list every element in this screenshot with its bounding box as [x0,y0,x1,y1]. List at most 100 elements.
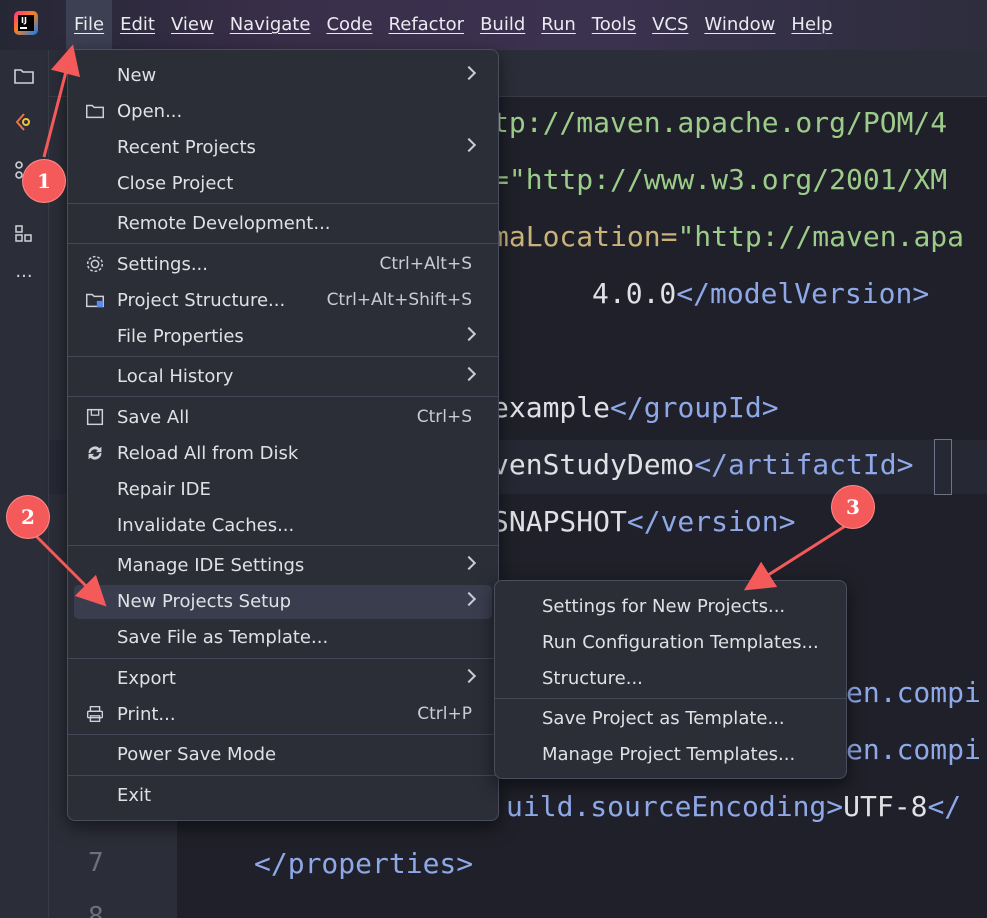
code-line: tp://maven.apache.org/POM/4 [492,106,947,139]
menu-item-label: Invalidate Caches... [117,515,295,536]
file-menu-item-remote-development[interactable]: Remote Development... [74,207,492,241]
code-token: </ [610,391,644,424]
file-menu-item-recent-projects[interactable]: Recent Projects [74,131,492,165]
folder-icon [86,104,104,119]
file-menu-item-save-all[interactable]: Save All Ctrl+S [74,401,492,435]
more-tools-icon[interactable]: ··· [12,268,36,292]
code-line: en.compi [846,676,981,709]
menu-item-label: Structure... [542,668,643,689]
menu-item-shortcut: Ctrl+Alt+S [379,254,472,274]
menu-item-label: Exit [117,785,152,806]
code-line: maLocation="http://maven.apa [492,220,964,253]
file-menu-item-repair-ide[interactable]: Repair IDE [74,473,492,507]
code-token: venStudyDemo [492,448,695,481]
menu-help[interactable]: Help [783,0,840,50]
menu-navigate[interactable]: Navigate [222,0,319,50]
code-token: </ [927,790,962,823]
menu-separator [68,545,498,546]
git-commit-icon[interactable] [12,110,36,134]
code-token: > [456,847,474,880]
new-projects-setup-submenu: Settings for New Projects... Run Configur… [494,580,847,779]
code-line: example</groupId> [492,391,779,424]
code-line: venStudyDemo</artifactId> [492,448,913,481]
menu-window[interactable]: Window [696,0,783,50]
menu-vcs[interactable]: VCS [644,0,696,50]
menu-refactor[interactable]: Refactor [381,0,473,50]
menu-item-label: New [117,65,157,86]
file-menu-item-new-projects-setup[interactable]: New Projects Setup [74,585,492,619]
file-menu-item-file-properties[interactable]: File Properties [74,320,492,354]
file-menu-item-open[interactable]: Open... [74,95,492,129]
menu-build[interactable]: Build [472,0,533,50]
line-number: 8 [88,902,104,918]
file-menu-item-save-file-as-template[interactable]: Save File as Template... [74,621,492,655]
code-token: tp://maven.apache.org/POM/4 [492,106,948,139]
menu-edit[interactable]: Edit [112,0,163,50]
intellij-logo-icon[interactable]: IJ [14,11,38,35]
menu-run[interactable]: Run [533,0,584,50]
bracket-match-highlight [934,439,952,495]
code-token: UTF-8 [843,790,928,823]
code-token: "http://maven.apa [677,220,965,253]
project-folder-icon[interactable] [12,64,36,88]
file-menu-item-new[interactable]: New [74,59,492,93]
code-token: </ [254,847,288,880]
code-token: > [778,505,796,538]
menu-separator [68,243,498,244]
file-menu-item-print[interactable]: Print... Ctrl+P [74,698,492,732]
menu-item-label: New Projects Setup [117,591,292,612]
menu-tools[interactable]: Tools [584,0,644,50]
submenu-item-run-configuration-templates[interactable]: Run Configuration Templates... [501,626,840,660]
menu-item-label: Export [117,668,176,689]
file-menu-item-reload-all-from-disk[interactable]: Reload All from Disk [74,437,492,471]
menu-view[interactable]: View [163,0,222,50]
code-line: uild.sourceEncoding>UTF-8</ [506,790,961,823]
code-token: SNAPSHOT [492,505,627,538]
file-menu-item-power-save-mode[interactable]: Power Save Mode [74,738,492,772]
title-bar: IJ File Edit View Navigate Code Refactor Build… [0,0,987,50]
menu-item-label: Reload All from Disk [117,443,299,464]
file-menu-item-project-structure[interactable]: Project Structure... Ctrl+Alt+Shift+S [74,284,492,318]
code-token: maLocation= [492,220,678,253]
menu-item-label: Run Configuration Templates... [542,632,819,653]
code-token: en.compi [846,733,981,766]
save-icon [86,408,104,426]
code-token: en.compi [846,676,981,709]
file-menu-item-exit[interactable]: Exit [74,779,492,813]
submenu-item-structure[interactable]: Structure... [501,662,840,696]
menu-item-label: Open... [117,101,183,122]
menu-separator [68,203,498,204]
menu-item-label: Save File as Template... [117,627,329,648]
code-token: > [912,277,930,310]
file-menu-item-invalidate-caches[interactable]: Invalidate Caches... [74,509,492,543]
annotation-badge-3: 3 [832,486,874,528]
file-menu-item-settings[interactable]: Settings... Ctrl+Alt+S [74,248,492,282]
file-menu-item-manage-ide-settings[interactable]: Manage IDE Settings [74,549,492,583]
submenu-item-settings-for-new-projects[interactable]: Settings for New Projects... [501,590,840,624]
menu-item-label: Repair IDE [117,479,211,500]
menu-separator [68,734,498,735]
chevron-right-icon [461,366,477,382]
menu-item-label: Manage IDE Settings [117,555,305,576]
submenu-item-save-project-as-template[interactable]: Save Project as Template... [501,702,840,736]
menu-file[interactable]: File [66,0,113,50]
submenu-item-manage-project-templates[interactable]: Manage Project Templates... [501,738,840,772]
file-menu-item-local-history[interactable]: Local History [74,360,492,394]
menu-separator [68,356,498,357]
file-menu-item-close-project[interactable]: Close Project [74,167,492,201]
chevron-right-icon [461,591,477,607]
structure-icon[interactable] [12,222,36,246]
menu-item-shortcut: Ctrl+S [416,407,472,427]
reload-icon [88,446,102,460]
project-structure-icon [86,293,104,308]
menu-item-label: Settings for New Projects... [542,596,786,617]
code-token: </ [694,448,729,481]
code-token: properties [287,847,457,880]
code-token: version [660,505,779,538]
file-menu-item-export[interactable]: Export [74,662,492,696]
code-line: SNAPSHOT</version> [492,505,795,538]
menu-code[interactable]: Code [318,0,380,50]
menu-item-shortcut: Ctrl+P [417,704,472,724]
code-line: </properties> [254,847,473,880]
line-number: 7 [88,848,104,878]
